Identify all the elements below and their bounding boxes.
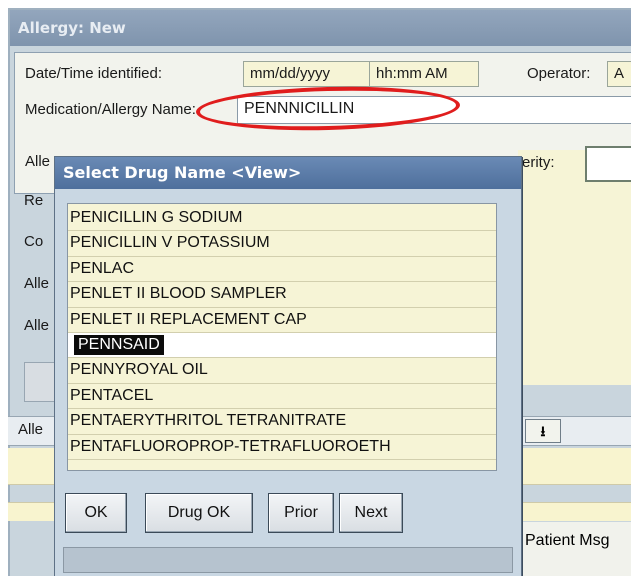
- drug-name-text: PENNYROYAL OIL: [70, 361, 208, 379]
- drug-name-text: PENTAERYTHRITOL TETRANITRATE: [70, 412, 347, 430]
- operator-label: Operator:: [527, 65, 591, 82]
- dialog-status-bar: [63, 547, 513, 573]
- reaction-label-truncated: Re: [24, 192, 44, 209]
- drug-name-text: PENICILLIN V POTASSIUM: [70, 234, 270, 252]
- next-button[interactable]: Next: [339, 493, 403, 533]
- drug-name-text: PENLET II BLOOD SAMPLER: [70, 285, 287, 303]
- drug-name-text: PENNSAID: [74, 334, 164, 355]
- dialog-title: Select Drug Name <View>: [63, 163, 302, 182]
- drug-name-text: PENTAFLUOROPROP-TETRAFLUOROETH: [70, 437, 391, 455]
- drug-list[interactable]: PENICILLIN G SODIUM PENICILLIN V POTASSIU…: [67, 203, 497, 471]
- time-field[interactable]: hh:mm AM: [369, 61, 479, 87]
- patient-msg-label: Patient Msg: [525, 532, 610, 549]
- allergy-label-truncated-1: Alle: [24, 275, 50, 292]
- drug-name-text: PENLET II REPLACEMENT CAP: [70, 310, 307, 328]
- comment-label-truncated: Co: [24, 233, 44, 250]
- allergy-label-truncated-2: Alle: [24, 317, 50, 334]
- lower-tab-label[interactable]: Alle: [18, 421, 43, 438]
- drug-name-text: PENLAC: [70, 259, 135, 277]
- patient-msg-panel[interactable]: Patient Msg: [520, 522, 631, 576]
- select-drug-dialog: Select Drug Name <View> PENICILLIN G SOD…: [54, 156, 522, 576]
- drug-list-item[interactable]: PENICILLIN G SODIUM: [68, 206, 496, 232]
- allergy-titlebar: Allergy: New: [10, 10, 631, 46]
- medication-label: Medication/Allergy Name:: [25, 101, 196, 118]
- drug-list-item[interactable]: PENTAERYTHRITOL TETRANITRATE: [68, 409, 496, 435]
- dialog-titlebar: Select Drug Name <View>: [55, 157, 521, 189]
- date-time-label: Date/Time identified:: [25, 65, 163, 82]
- drug-list-item-selected[interactable]: PENNSAID: [68, 332, 496, 359]
- drug-list-item[interactable]: PENLAC: [68, 256, 496, 283]
- operator-field[interactable]: A: [607, 61, 631, 87]
- screen: Allergy: New Date/Time identified: mm/dd…: [0, 0, 631, 576]
- drug-list-item[interactable]: PENTACEL: [68, 383, 496, 410]
- allergen-label-truncated: Alle: [25, 153, 51, 170]
- date-field[interactable]: mm/dd/yyyy: [243, 61, 383, 87]
- severity-input[interactable]: [585, 146, 631, 182]
- right-panel: [518, 150, 631, 385]
- drug-list-item[interactable]: PENLET II REPLACEMENT CAP: [68, 307, 496, 333]
- drug-list-item[interactable]: PENTAFLUOROPROP-TETRAFLUOROETH: [68, 434, 496, 460]
- drug-list-item[interactable]: PENICILLIN V POTASSIUM: [68, 231, 496, 257]
- drug-name-text: PENICILLIN G SODIUM: [70, 209, 243, 226]
- drug-ok-button[interactable]: Drug OK: [145, 493, 253, 533]
- drug-name-text: PENTACEL: [70, 386, 154, 404]
- drug-list-item[interactable]: PENNYROYAL OIL: [68, 358, 496, 384]
- prior-button[interactable]: Prior: [268, 493, 334, 533]
- dropdown-arrow-icon[interactable]: ⭳: [525, 419, 561, 443]
- drug-list-item[interactable]: PENLET II BLOOD SAMPLER: [68, 282, 496, 308]
- severity-label: erity:: [522, 154, 555, 171]
- allergy-window-title: Allergy: New: [18, 19, 126, 37]
- ok-button[interactable]: OK: [65, 493, 127, 533]
